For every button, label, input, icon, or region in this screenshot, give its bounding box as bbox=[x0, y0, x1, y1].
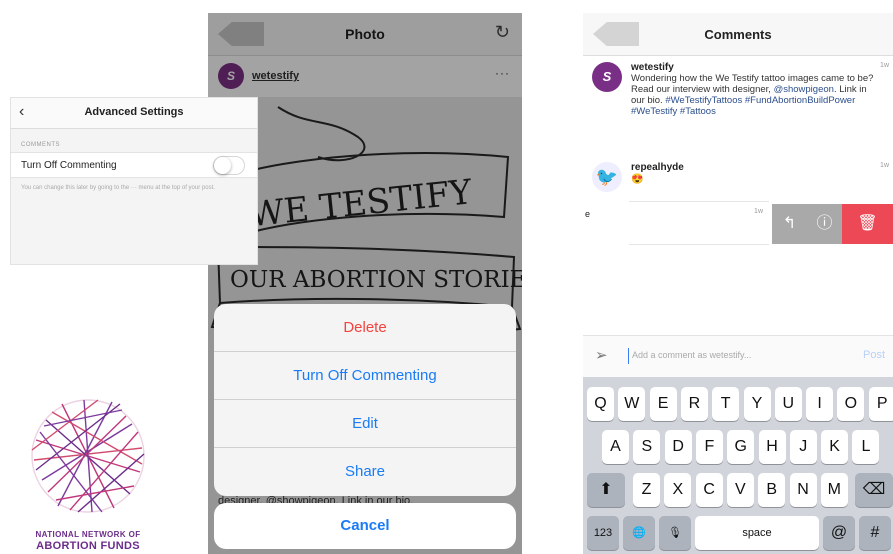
comment-time: 1w bbox=[754, 208, 763, 215]
reply-icon[interactable]: ↰ bbox=[772, 204, 807, 244]
key-m[interactable]: M bbox=[820, 473, 848, 507]
turn-off-commenting-label: Turn Off Commenting bbox=[21, 160, 117, 171]
shift-icon[interactable]: ⬆ bbox=[587, 473, 625, 507]
share-action[interactable]: Share bbox=[214, 448, 516, 496]
key-u[interactable]: U bbox=[774, 387, 802, 421]
nnaf-logo: NATIONAL NETWORK OF ABORTION FUNDS bbox=[18, 390, 158, 554]
key-b[interactable]: B bbox=[758, 473, 786, 507]
cancel-button[interactable]: Cancel bbox=[214, 503, 516, 549]
key-x[interactable]: X bbox=[664, 473, 692, 507]
comment-hashtags[interactable]: #WeTestifyTattoos #FundAbortionBuildPowe… bbox=[631, 95, 855, 117]
key-y[interactable]: Y bbox=[743, 387, 771, 421]
turn-off-commenting-toggle[interactable] bbox=[213, 156, 245, 175]
hash-key[interactable]: # bbox=[859, 516, 891, 550]
comments-nav-bar: Comments bbox=[583, 13, 893, 56]
network-sphere-graphic bbox=[31, 399, 145, 513]
comment-time: 1w bbox=[880, 62, 889, 69]
backspace-icon[interactable]: ⌫ bbox=[855, 473, 893, 507]
bird-icon[interactable]: 🐦 bbox=[592, 162, 622, 192]
comment-username[interactable]: wetestify bbox=[631, 62, 674, 73]
settings-note: You can change this later by going to th… bbox=[21, 185, 215, 191]
key-s[interactable]: S bbox=[633, 430, 661, 464]
advanced-settings-title: Advanced Settings bbox=[84, 106, 184, 118]
swiped-comment-body: 1w bbox=[629, 201, 769, 245]
mic-icon[interactable]: 🎙 bbox=[659, 516, 691, 550]
comment-text: Wondering how the We Testify tattoo imag… bbox=[631, 73, 881, 117]
at-key[interactable]: @ bbox=[823, 516, 855, 550]
key-o[interactable]: O bbox=[837, 387, 865, 421]
key-a[interactable]: A bbox=[602, 430, 629, 464]
paper-plane-icon[interactable]: ➢ bbox=[595, 346, 608, 364]
key-w[interactable]: W bbox=[618, 387, 646, 421]
key-t[interactable]: T bbox=[712, 387, 740, 421]
comment-mention-link[interactable]: @showpigeon bbox=[774, 84, 834, 95]
key-p[interactable]: P bbox=[868, 387, 893, 421]
key-g[interactable]: G bbox=[727, 430, 755, 464]
key-f[interactable]: F bbox=[695, 430, 723, 464]
swiped-comment-row[interactable]: e 1w ↰ ⓘ 🗑 bbox=[583, 201, 893, 245]
turn-off-commenting-row[interactable]: Turn Off Commenting bbox=[11, 152, 257, 178]
trash-icon[interactable]: 🗑 bbox=[842, 204, 893, 244]
text-cursor bbox=[628, 348, 629, 364]
key-j[interactable]: J bbox=[789, 430, 817, 464]
comments-section-label: COMMENTS bbox=[21, 142, 60, 148]
advanced-settings-header: ‹ Advanced Settings bbox=[11, 98, 257, 129]
comments-title: Comments bbox=[704, 27, 772, 42]
key-q[interactable]: Q bbox=[587, 387, 614, 421]
delete-action[interactable]: Delete bbox=[214, 304, 516, 352]
globe-icon[interactable]: 🌐 bbox=[623, 516, 655, 550]
comment-input[interactable]: Add a comment as wetestify... bbox=[632, 350, 751, 360]
key-k[interactable]: K bbox=[821, 430, 849, 464]
turn-off-commenting-action[interactable]: Turn Off Commenting bbox=[214, 352, 516, 400]
advanced-settings-panel: ‹ Advanced Settings COMMENTS Turn Off Co… bbox=[10, 97, 258, 265]
comments-screen: Comments S wetestify 1w Wondering how th… bbox=[583, 13, 893, 554]
key-l[interactable]: L bbox=[852, 430, 880, 464]
comment-input-bar: ➢ Add a comment as wetestify... Post bbox=[583, 335, 893, 377]
avatar[interactable]: S bbox=[592, 62, 622, 92]
toggle-knob bbox=[214, 157, 231, 174]
key-n[interactable]: N bbox=[789, 473, 817, 507]
logo-line-1: NATIONAL NETWORK OF bbox=[35, 530, 141, 539]
space-key[interactable]: space bbox=[695, 516, 819, 550]
key-v[interactable]: V bbox=[726, 473, 754, 507]
key-r[interactable]: R bbox=[680, 387, 708, 421]
comment-time: 1w bbox=[880, 162, 889, 169]
comment-item: 🐦 repealhyde 1w 😍 bbox=[583, 160, 893, 200]
logo-line-2: ABORTION FUNDS bbox=[36, 540, 140, 552]
keyboard: Q W E R T Y U I O P A S D F G H J K L ⬆ Z X C V B N M ⌫ 123 🌐 🎙 space @ # bbox=[583, 377, 893, 554]
post-button[interactable]: Post bbox=[863, 349, 885, 361]
swiped-comment-text: e bbox=[585, 209, 591, 219]
key-h[interactable]: H bbox=[758, 430, 786, 464]
comment-username[interactable]: repealhyde bbox=[631, 162, 684, 173]
action-sheet: Delete Turn Off Commenting Edit Share bbox=[214, 304, 516, 496]
comment-item: S wetestify 1w Wondering how the We Test… bbox=[583, 60, 893, 160]
edit-action[interactable]: Edit bbox=[214, 400, 516, 448]
key-d[interactable]: D bbox=[664, 430, 692, 464]
photo-screen: Photo ↻ S wetestify ··· WE TESTIFY OUR A… bbox=[208, 13, 522, 554]
report-icon[interactable]: ⓘ bbox=[807, 204, 842, 244]
key-e[interactable]: E bbox=[649, 387, 677, 421]
key-z[interactable]: Z bbox=[633, 473, 660, 507]
key-c[interactable]: C bbox=[695, 473, 723, 507]
key-i[interactable]: I bbox=[806, 387, 834, 421]
comment-emoji: 😍 bbox=[631, 174, 644, 185]
numbers-key[interactable]: 123 bbox=[587, 516, 619, 550]
